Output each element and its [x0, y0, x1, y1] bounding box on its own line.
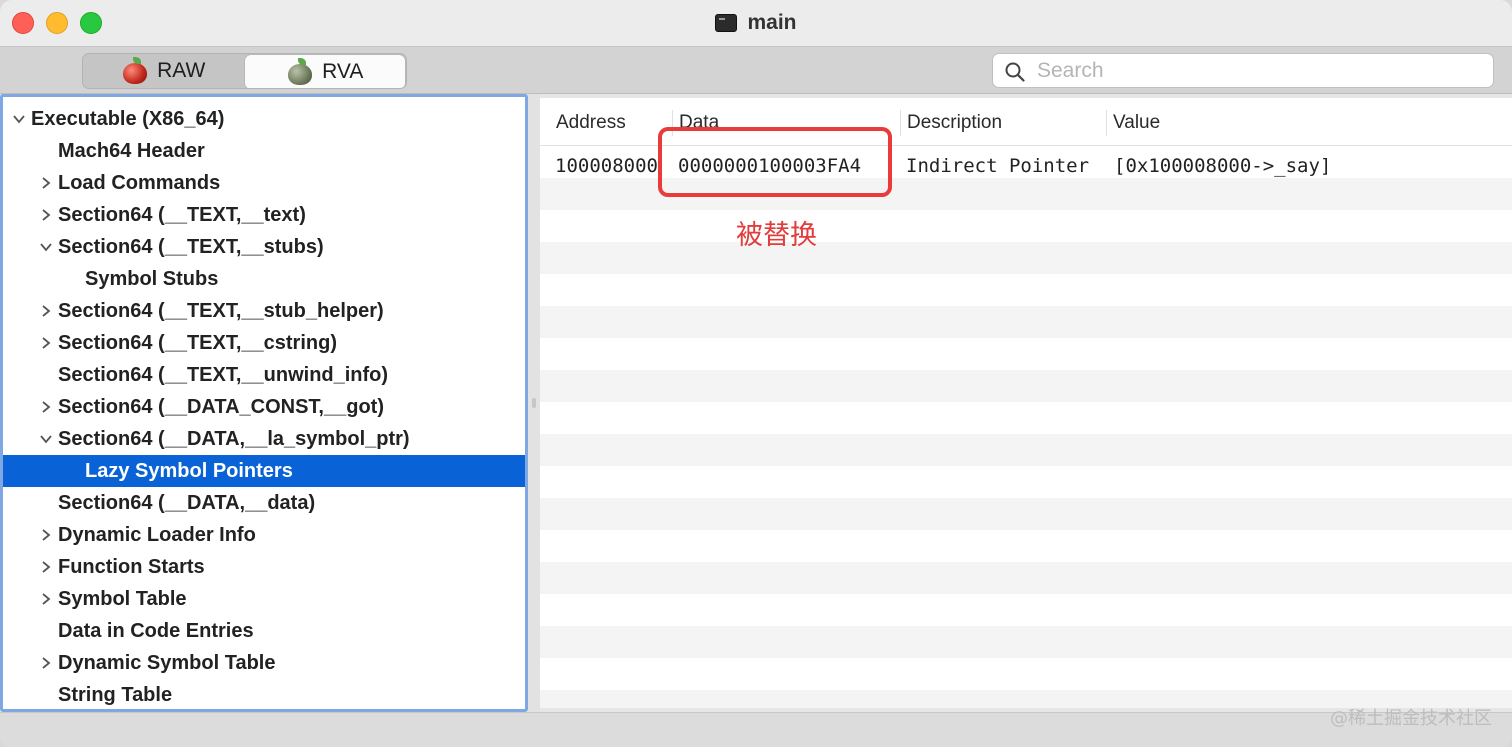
structure-tree-sidebar: Executable (X86_64) Mach64 Header Load Com…	[0, 94, 528, 712]
tree-item-label: Section64 (__DATA_CONST,__got)	[58, 395, 384, 418]
column-header-value[interactable]: Value	[1106, 110, 1506, 136]
tree-item-label: Section64 (__TEXT,__cstring)	[58, 331, 337, 354]
chevron-down-icon[interactable]	[38, 431, 54, 447]
table-stripe	[540, 370, 1512, 402]
tree-item-label: Lazy Symbol Pointers	[85, 459, 293, 482]
rva-segment-label: RVA	[322, 60, 364, 83]
tree-item[interactable]: Dynamic Symbol Table	[3, 647, 525, 679]
search-field[interactable]	[992, 53, 1494, 88]
table-stripe	[540, 210, 1512, 242]
tree-item[interactable]: Section64 (__TEXT,__cstring)	[3, 327, 525, 359]
tree-item[interactable]: Executable (X86_64)	[3, 103, 525, 135]
annotation-text: 被替换	[736, 220, 817, 251]
tree-item-label: Data in Code Entries	[58, 619, 254, 642]
table-stripe	[540, 626, 1512, 658]
chevron-right-icon[interactable]	[38, 303, 54, 319]
tree-item-label: Function Starts	[58, 555, 205, 578]
title-bar: main	[0, 0, 1512, 46]
tree-item[interactable]: Section64 (__TEXT,__unwind_info)	[3, 359, 525, 391]
tree-item-label: Section64 (__TEXT,__stub_helper)	[58, 299, 384, 322]
table-stripe	[540, 242, 1512, 274]
tree-item-label: Section64 (__TEXT,__text)	[58, 203, 306, 226]
tree-item[interactable]: Lazy Symbol Pointers	[3, 455, 525, 487]
table-stripe	[540, 338, 1512, 370]
chevron-right-icon[interactable]	[38, 559, 54, 575]
divider-grip	[532, 398, 536, 408]
window-title-group: main	[0, 0, 1512, 46]
table-stripe	[540, 530, 1512, 562]
tree-item[interactable]: Symbol Table	[3, 583, 525, 615]
chevron-right-icon[interactable]	[38, 175, 54, 191]
table-stripe	[540, 658, 1512, 690]
table-stripe	[540, 594, 1512, 626]
cell-value: [0x100008000->_say]	[1114, 155, 1332, 177]
search-icon	[1005, 62, 1025, 82]
raw-segment-label: RAW	[157, 59, 206, 82]
table-stripe	[540, 498, 1512, 530]
tree-item[interactable]: Load Commands	[3, 167, 525, 199]
tree-item[interactable]: Mach64 Header	[3, 135, 525, 167]
table-stripe	[540, 466, 1512, 498]
table-stripe	[540, 274, 1512, 306]
tree-item-label: Load Commands	[58, 171, 221, 194]
tree-item[interactable]: Function Starts	[3, 551, 525, 583]
tree-item-label: Symbol Stubs	[85, 267, 219, 290]
chevron-right-icon[interactable]	[38, 335, 54, 351]
cell-address: 100008000	[555, 155, 658, 177]
chevron-right-icon[interactable]	[38, 655, 54, 671]
tree-item-label: Symbol Table	[58, 587, 187, 610]
tree-item[interactable]: Section64 (__DATA,__data)	[3, 487, 525, 519]
watermark: @稀土掘金技术社区	[1330, 708, 1492, 729]
table-stripe	[540, 306, 1512, 338]
table-stripe	[540, 402, 1512, 434]
tree-item[interactable]: Dynamic Loader Info	[3, 519, 525, 551]
tree-item[interactable]: Section64 (__DATA_CONST,__got)	[3, 391, 525, 423]
tree-item-label: Executable (X86_64)	[31, 107, 225, 130]
table-stripe	[540, 562, 1512, 594]
tree-item-label: Section64 (__DATA,__data)	[58, 491, 316, 514]
tree-item-label: Section64 (__DATA,__la_symbol_ptr)	[58, 427, 410, 450]
tree-item-label: String Table	[58, 683, 173, 706]
tree-item[interactable]: String Table	[3, 679, 525, 709]
toolbar: RAW RVA	[0, 46, 1512, 94]
chevron-right-icon[interactable]	[38, 399, 54, 415]
chevron-right-icon[interactable]	[38, 207, 54, 223]
gray-apple-icon	[286, 58, 314, 86]
window-title: main	[747, 11, 797, 34]
search-input[interactable]	[1037, 58, 1477, 84]
tree-item-label: Dynamic Symbol Table	[58, 651, 276, 674]
rva-segment-button[interactable]: RVA	[244, 55, 405, 88]
tree-item[interactable]: Section64 (__TEXT,__text)	[3, 199, 525, 231]
bottom-bar	[0, 712, 1512, 747]
tree-item-label: Mach64 Header	[58, 139, 205, 162]
raw-rva-segmented-control: RAW RVA	[82, 53, 407, 89]
split-view-divider[interactable]	[528, 94, 540, 712]
tree-item[interactable]: Section64 (__TEXT,__stub_helper)	[3, 295, 525, 327]
terminal-icon	[715, 14, 738, 32]
annotation-highlight-box	[658, 127, 892, 197]
table-stripe	[540, 434, 1512, 466]
tree-item[interactable]: Symbol Stubs	[3, 263, 525, 295]
tree-item-label: Dynamic Loader Info	[58, 523, 256, 546]
raw-segment-button[interactable]: RAW	[83, 54, 244, 88]
red-apple-icon	[121, 57, 149, 85]
column-header-description[interactable]: Description	[900, 110, 1106, 136]
chevron-down-icon[interactable]	[38, 239, 54, 255]
column-header-address[interactable]: Address	[550, 110, 672, 136]
chevron-down-icon[interactable]	[11, 111, 27, 127]
tree-item[interactable]: Data in Code Entries	[3, 615, 525, 647]
tree-item-label: Section64 (__TEXT,__unwind_info)	[58, 363, 389, 386]
chevron-right-icon[interactable]	[38, 591, 54, 607]
tree-item[interactable]: Section64 (__DATA,__la_symbol_ptr)	[3, 423, 525, 455]
chevron-right-icon[interactable]	[38, 527, 54, 543]
app-window: main RAW RVA Executable (X86_64) Mach64 H…	[0, 0, 1512, 747]
tree-item[interactable]: Section64 (__TEXT,__stubs)	[3, 231, 525, 263]
tree-item-label: Section64 (__TEXT,__stubs)	[58, 235, 324, 258]
cell-description: Indirect Pointer	[906, 155, 1090, 177]
